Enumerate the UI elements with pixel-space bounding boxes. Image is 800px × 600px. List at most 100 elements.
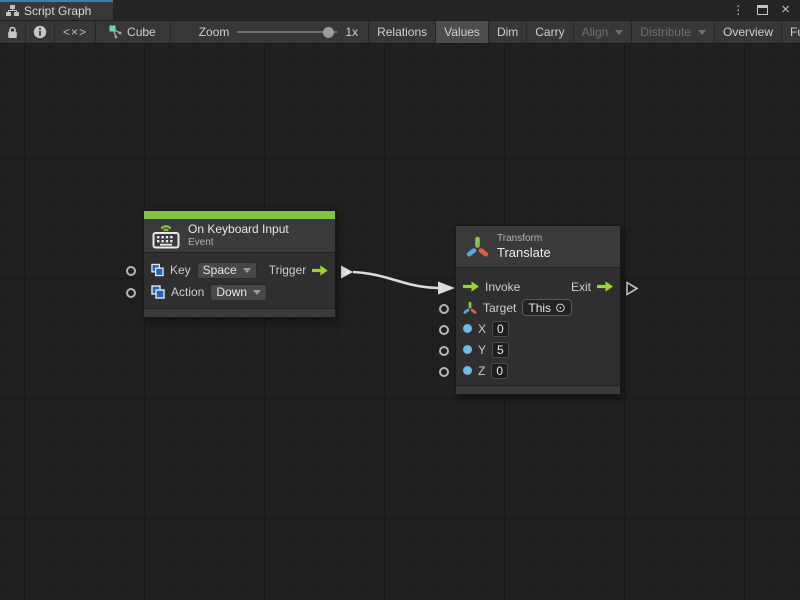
keyboard-icon (152, 222, 180, 249)
close-icon[interactable]: × (781, 5, 790, 15)
port-label-target: Target (483, 301, 516, 315)
value-port-dot (463, 324, 472, 333)
port-label-exit: Exit (571, 280, 591, 294)
node-body: Key Space Trigger (144, 252, 335, 308)
event-node-on-keyboard-input[interactable]: On Keyboard Input Event Key Space (143, 210, 336, 318)
connection-wire[interactable] (353, 272, 438, 288)
input-port-y[interactable] (439, 346, 449, 356)
unit-node-translate[interactable]: Transform Translate Invoke Exit (455, 225, 621, 395)
script-graph-icon (6, 5, 19, 17)
transform-mini-icon (463, 301, 477, 315)
node-title: Translate (497, 245, 551, 261)
port-row-invoke: Invoke Exit (456, 276, 620, 297)
dim-label: Dim (497, 25, 518, 39)
literal-icon (151, 285, 165, 299)
script-graph-window: Script Graph ⋮ × <×> (0, 0, 800, 600)
action-dropdown[interactable]: Down (210, 284, 267, 301)
target-label: Cube (127, 25, 156, 39)
port-row-target: Target This ⊙ (456, 297, 620, 318)
input-port-key[interactable] (126, 266, 136, 276)
value-z: 0 (496, 364, 503, 378)
graph-canvas[interactable]: On Keyboard Input Event Key Space (0, 44, 800, 600)
tab-strip-empty (113, 0, 732, 20)
input-port-action[interactable] (126, 288, 136, 298)
tab-script-graph[interactable]: Script Graph (0, 0, 113, 20)
input-port-target[interactable] (439, 304, 449, 314)
flow-arrow-icon (463, 281, 479, 292)
node-footer (144, 308, 335, 317)
zoom-slider[interactable] (237, 26, 337, 38)
toolbar-button-relations[interactable]: Relations (369, 21, 436, 43)
value-field-z[interactable]: 0 (491, 363, 508, 379)
graph-toolbar: <×> Cube Zoom 1x Relations Values (0, 20, 800, 44)
overview-label: Overview (723, 25, 773, 39)
port-label-invoke: Invoke (485, 280, 520, 294)
this-object-button[interactable]: This ⊙ (522, 299, 572, 316)
chevron-down-icon (698, 30, 706, 35)
distribute-label: Distribute (640, 25, 691, 39)
toolbar-button-align[interactable]: Align (574, 21, 633, 43)
zoom-slider-handle[interactable] (323, 27, 334, 38)
port-label-action: Action (171, 285, 204, 299)
literal-icon (151, 263, 164, 277)
node-subtitle: Event (188, 237, 289, 249)
tab-label: Script Graph (24, 4, 91, 18)
toolbar-button-carry[interactable]: Carry (527, 21, 573, 43)
exit-output-port-triangle[interactable] (627, 283, 637, 295)
key-dropdown-value: Space (203, 263, 237, 277)
port-row-x: X 0 (456, 318, 620, 339)
value-field-y[interactable]: 5 (492, 342, 509, 358)
code-icon: <×> (63, 25, 87, 39)
port-row-y: Y 5 (456, 339, 620, 360)
align-label: Align (582, 25, 609, 39)
flow-arrow-icon (312, 265, 328, 276)
trigger-output-port-triangle[interactable] (341, 266, 353, 279)
node-header[interactable]: On Keyboard Input Event (144, 219, 335, 252)
graph-pointer-icon (109, 25, 123, 39)
value-x: 0 (497, 322, 504, 336)
toolbar-button-overview[interactable]: Overview (715, 21, 782, 43)
input-port-z[interactable] (439, 367, 449, 377)
value-port-dot (463, 345, 472, 354)
lock-icon (7, 26, 18, 39)
object-picker-icon[interactable]: ⊙ (555, 301, 566, 314)
port-row-key: Key Space Trigger (144, 259, 335, 281)
window-menu-icon[interactable]: ⋮ (732, 3, 744, 17)
node-footer (456, 385, 620, 394)
info-button[interactable] (26, 21, 55, 43)
chevron-down-icon (253, 290, 261, 295)
port-label-z: Z (478, 364, 485, 378)
value-y: 5 (497, 343, 504, 357)
window-controls: ⋮ × (732, 0, 800, 20)
port-label-x: X (478, 322, 486, 336)
zoom-label: Zoom (199, 25, 230, 39)
maximize-icon[interactable] (757, 5, 768, 15)
event-accent-bar (144, 211, 335, 219)
chevron-down-icon (243, 268, 251, 273)
toolbar-button-distribute[interactable]: Distribute (632, 21, 715, 43)
zoom-value: 1x (345, 25, 358, 39)
port-row-action: Action Down (144, 281, 335, 303)
value-field-x[interactable]: 0 (492, 321, 509, 337)
input-port-x[interactable] (439, 325, 449, 335)
node-kind: Transform (497, 232, 551, 245)
key-dropdown[interactable]: Space (197, 262, 257, 279)
port-label-key: Key (170, 263, 191, 277)
toolbar-button-values[interactable]: Values (436, 21, 489, 43)
node-body: Invoke Exit Target (456, 267, 620, 385)
toolbar-button-fullscreen[interactable]: Full Screen (782, 21, 800, 43)
graph-target[interactable]: Cube (96, 21, 171, 43)
code-view-button[interactable]: <×> (55, 21, 96, 43)
connection-layer (0, 44, 800, 600)
action-dropdown-value: Down (216, 285, 247, 299)
value-port-dot (463, 366, 472, 375)
port-label-trigger: Trigger (269, 263, 307, 277)
relations-label: Relations (377, 25, 427, 39)
carry-label: Carry (535, 25, 564, 39)
toolbar-button-dim[interactable]: Dim (489, 21, 527, 43)
tab-strip: Script Graph ⋮ × (0, 0, 800, 20)
info-icon (33, 25, 47, 39)
node-header[interactable]: Transform Translate (456, 226, 620, 267)
port-label-y: Y (478, 343, 486, 357)
lock-button[interactable] (0, 21, 26, 43)
